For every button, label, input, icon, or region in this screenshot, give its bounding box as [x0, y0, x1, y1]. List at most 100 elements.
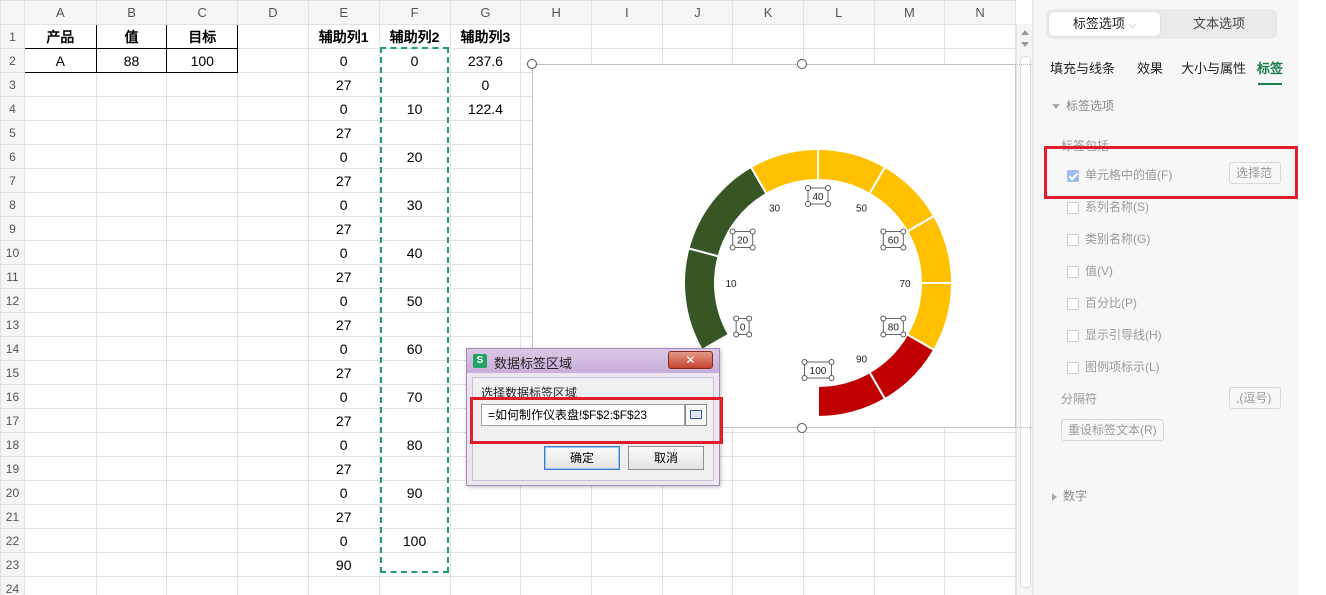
cell[interactable] [591, 528, 663, 553]
gauge-tick-label[interactable]: 30 [769, 204, 781, 215]
row-header[interactable]: 9 [0, 216, 25, 241]
cell[interactable] [95, 168, 168, 193]
subtab-effects[interactable]: 效果 [1137, 58, 1163, 77]
gauge-tick-label[interactable]: 70 [899, 279, 911, 290]
checkbox-series-name[interactable] [1067, 201, 1079, 214]
cell[interactable] [237, 360, 309, 385]
cell[interactable] [95, 288, 168, 313]
cell[interactable] [23, 288, 97, 313]
column-header[interactable]: M [873, 0, 946, 25]
cell[interactable] [802, 552, 875, 577]
cell[interactable] [237, 144, 309, 169]
cell[interactable] [873, 24, 946, 49]
checkbox-cell-value[interactable] [1067, 169, 1079, 182]
cell[interactable] [23, 336, 97, 361]
cell[interactable] [166, 504, 239, 529]
option-cell-value[interactable]: 单元格中的值(F) [1067, 166, 1172, 183]
row-header[interactable]: 24 [0, 576, 25, 595]
cell[interactable] [23, 432, 97, 457]
cell[interactable] [23, 312, 97, 337]
cell[interactable] [23, 264, 97, 289]
cell[interactable] [95, 504, 168, 529]
cell[interactable]: 0 [307, 432, 380, 457]
label-handle[interactable] [746, 315, 753, 322]
cell[interactable] [95, 552, 168, 577]
cell[interactable] [95, 144, 168, 169]
data-label-range-dialog[interactable]: S 数据标签区域 ✕ 选择数据标签区域 =如何制作仪表盘!$F$2:$F$23 … [466, 348, 720, 486]
label-handle[interactable] [825, 201, 831, 207]
cell[interactable]: 122.4 [449, 96, 522, 121]
row-header[interactable]: 21 [0, 504, 25, 529]
checkbox-legend-key[interactable] [1067, 361, 1079, 374]
cell[interactable]: 0 [307, 480, 380, 505]
cell[interactable] [237, 576, 309, 595]
close-icon[interactable]: ✕ [668, 351, 713, 369]
cell[interactable] [166, 264, 239, 289]
cell[interactable] [378, 120, 451, 145]
cell[interactable] [449, 504, 522, 529]
cell[interactable] [802, 576, 875, 595]
cell[interactable] [520, 528, 593, 553]
cell[interactable] [237, 48, 309, 73]
row-header[interactable]: 22 [0, 528, 25, 553]
scrollbar-thumb[interactable] [1020, 56, 1031, 588]
label-handle[interactable] [801, 375, 808, 381]
cell[interactable] [378, 264, 451, 289]
resize-handle-top[interactable] [797, 59, 807, 69]
cell[interactable] [944, 504, 1016, 529]
cell[interactable] [166, 288, 239, 313]
label-handle[interactable] [749, 244, 756, 251]
subtab-labels[interactable]: 标签 [1257, 58, 1283, 77]
cell[interactable] [95, 480, 168, 505]
cell[interactable] [166, 96, 239, 121]
row-header[interactable]: 3 [0, 72, 25, 97]
cell[interactable] [95, 456, 168, 481]
cell[interactable] [873, 432, 946, 457]
cell[interactable] [95, 96, 168, 121]
cell[interactable]: 27 [307, 360, 380, 385]
checkbox-category-name[interactable] [1067, 233, 1079, 246]
cell[interactable] [378, 72, 451, 97]
gauge-tick-label[interactable]: 10 [725, 279, 737, 290]
gauge-tick-label[interactable]: 0 [740, 323, 746, 334]
cell[interactable] [237, 72, 309, 97]
cell[interactable] [237, 120, 309, 145]
cell[interactable] [873, 456, 946, 481]
subtab-fill-line[interactable]: 填充与线条 [1050, 58, 1115, 77]
cell[interactable] [166, 432, 239, 457]
label-handle[interactable] [880, 244, 887, 251]
cell[interactable]: 辅助列3 [449, 24, 522, 49]
cell[interactable] [378, 408, 451, 433]
cell[interactable] [378, 360, 451, 385]
cell[interactable]: 90 [378, 480, 451, 505]
cell[interactable]: 27 [307, 72, 380, 97]
option-leader-lines[interactable]: 显示引导线(H) [1067, 326, 1162, 343]
cell[interactable] [944, 552, 1016, 577]
row-header[interactable]: 1 [0, 24, 25, 49]
cell[interactable] [944, 456, 1016, 481]
cell[interactable]: 100 [166, 48, 239, 73]
cell[interactable] [166, 216, 239, 241]
cell[interactable] [378, 552, 451, 577]
cancel-button[interactable]: 取消 [628, 446, 704, 470]
cell[interactable]: 目标 [166, 24, 239, 49]
cell[interactable] [873, 552, 946, 577]
row-header[interactable]: 12 [0, 288, 25, 313]
cell[interactable]: 88 [95, 48, 168, 73]
row-header[interactable]: 17 [0, 408, 25, 433]
cell[interactable] [944, 480, 1016, 505]
column-header[interactable]: J [661, 0, 734, 25]
cell[interactable] [449, 552, 522, 577]
cell[interactable] [23, 552, 97, 577]
cell[interactable]: 10 [378, 96, 451, 121]
cell[interactable] [378, 312, 451, 337]
ok-button[interactable]: 确定 [544, 446, 620, 470]
cell[interactable] [378, 504, 451, 529]
gauge-tick-label[interactable]: 20 [737, 236, 749, 247]
cell[interactable] [802, 24, 875, 49]
cell[interactable] [732, 456, 804, 481]
row-header[interactable]: 7 [0, 168, 25, 193]
cell[interactable] [237, 336, 309, 361]
option-legend-key[interactable]: 图例项标示(L) [1067, 358, 1160, 375]
cell[interactable] [873, 504, 946, 529]
